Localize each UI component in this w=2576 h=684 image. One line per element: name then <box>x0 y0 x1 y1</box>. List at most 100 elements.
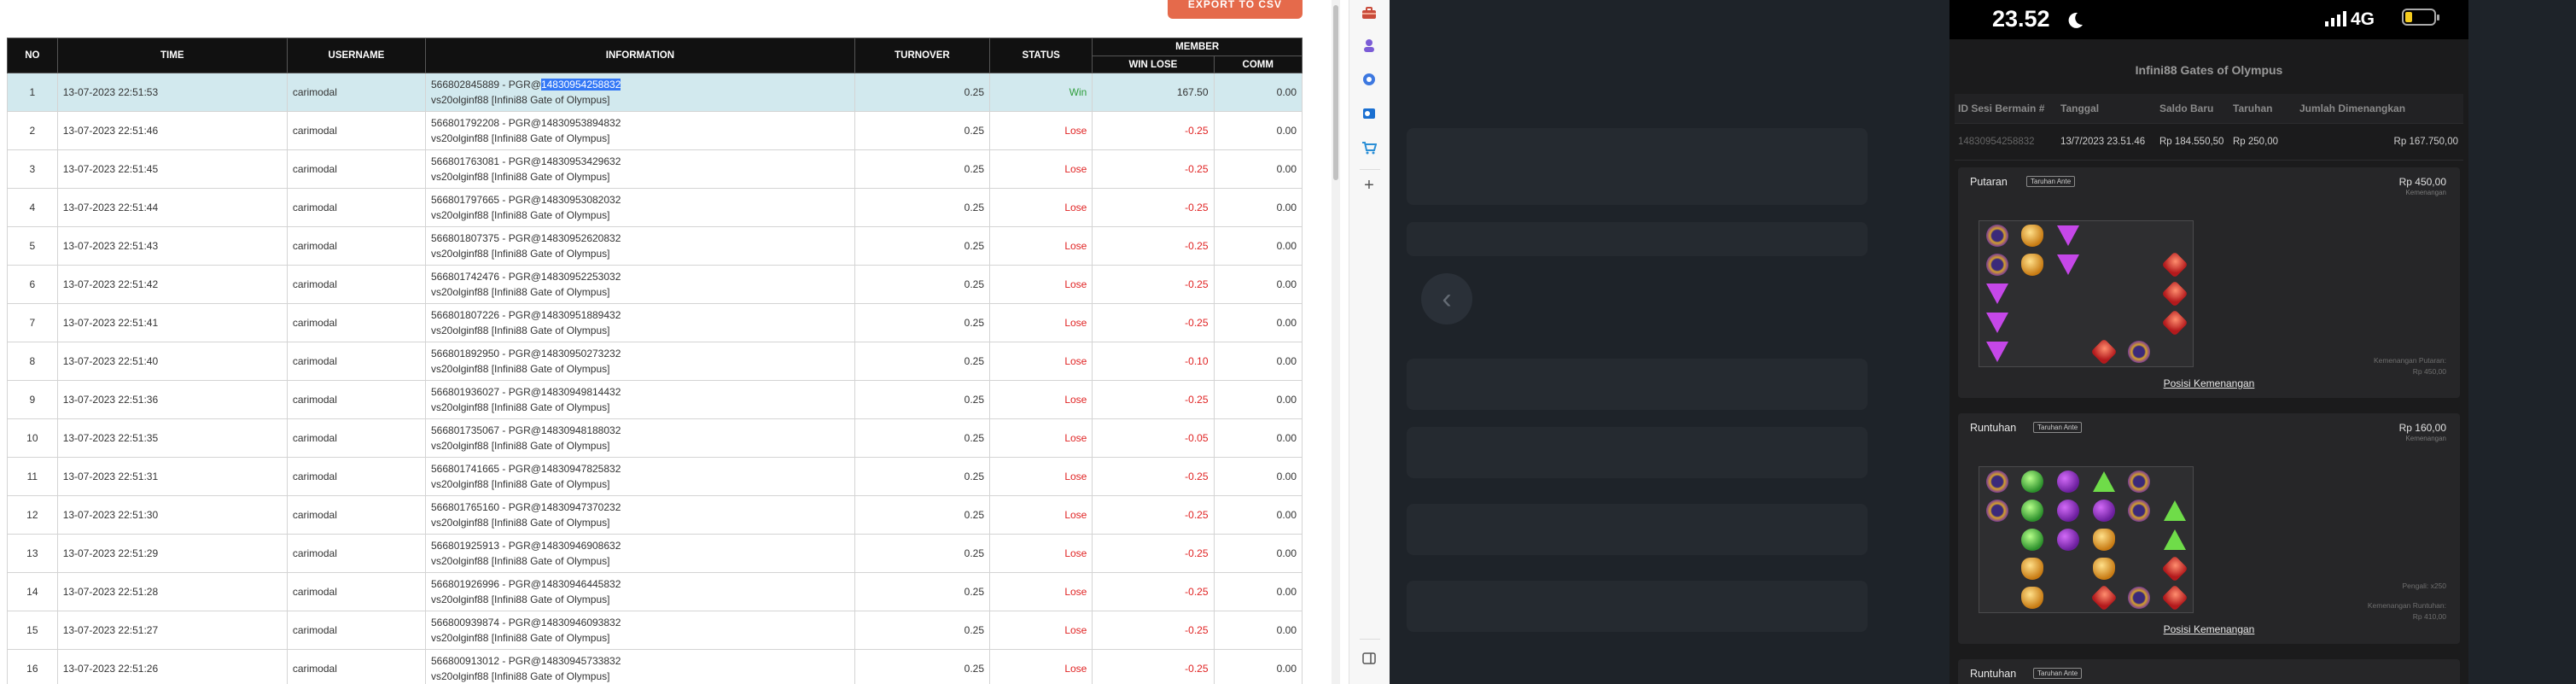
table-row[interactable]: 8 13-07-2023 22:51:40 carimodal 56680189295… <box>7 342 1303 381</box>
slot-symbol-icon <box>2021 254 2044 276</box>
moon-icon <box>2068 12 2083 28</box>
cell-no: 8 <box>7 342 58 381</box>
header-comm[interactable]: COMM <box>1213 56 1303 73</box>
info-line1: 566801742476 - PGR@14830952253032 <box>431 271 621 283</box>
sidebar-toggle-icon[interactable] <box>1360 649 1378 668</box>
header-time[interactable]: TIME <box>56 38 288 73</box>
info-line2: vs20olginf88 [Infini88 Gate of Olympus] <box>431 517 610 529</box>
slot-symbol-icon <box>1985 313 2008 333</box>
cell-information: 566801742476 - PGR@14830952253032 vs20olg… <box>425 265 855 304</box>
cell-turnover: 0.25 <box>854 226 991 266</box>
reel-cell <box>1979 337 2015 366</box>
cell-win-lose: -0.25 <box>1092 111 1215 150</box>
reel-cell <box>2015 308 2051 337</box>
info-line2: vs20olginf88 [Infini88 Gate of Olympus] <box>431 478 610 490</box>
cell-information: 566800939874 - PGR@14830946093832 vs20olg… <box>425 611 855 650</box>
header-win-lose[interactable]: WIN LOSE <box>1092 56 1215 73</box>
table-row[interactable]: 15 13-07-2023 22:51:27 carimodal 5668009398… <box>7 611 1303 650</box>
slot-symbol-icon <box>1985 471 2008 493</box>
cell-information: 566800913012 - PGR@14830945733832 vs20olg… <box>425 649 855 684</box>
info-line1: 566801735067 - PGR@14830948188032 <box>431 424 621 436</box>
table-row[interactable]: 2 13-07-2023 22:51:46 carimodal 56680179220… <box>7 111 1303 150</box>
cell-comm: 0.00 <box>1213 342 1303 381</box>
slot-symbol-icon <box>2090 584 2118 611</box>
header-status[interactable]: STATUS <box>989 38 1093 73</box>
header-username[interactable]: USERNAME <box>286 38 427 73</box>
reel-cell <box>2122 279 2158 308</box>
reel-cell <box>2086 337 2122 366</box>
reel-cell <box>2122 525 2158 554</box>
header-information[interactable]: INFORMATION <box>425 38 855 73</box>
header-no[interactable]: NO <box>7 38 58 73</box>
reel-cell <box>1979 250 2015 279</box>
cell-comm: 0.00 <box>1213 111 1303 150</box>
export-csv-button[interactable]: EXPORT TO CSV <box>1168 0 1303 19</box>
table-row[interactable]: 10 13-07-2023 22:51:35 carimodal 5668017350… <box>7 418 1303 458</box>
slot-symbol-icon <box>2092 529 2115 551</box>
table-row[interactable]: 12 13-07-2023 22:51:30 carimodal 5668017651… <box>7 495 1303 535</box>
info-line2: vs20olginf88 [Infini88 Gate of Olympus] <box>431 286 610 298</box>
table-row[interactable]: 5 13-07-2023 22:51:43 carimodal 56680180737… <box>7 226 1303 266</box>
shopping-icon[interactable] <box>1360 138 1378 157</box>
cell-turnover: 0.25 <box>854 380 991 419</box>
table-row[interactable]: 4 13-07-2023 22:51:44 carimodal 56680179766… <box>7 188 1303 227</box>
reel-cell <box>1979 279 2015 308</box>
ante-badge: Taruhan Ante <box>2033 422 2083 433</box>
outlook-icon[interactable] <box>1360 104 1378 123</box>
info-line2: vs20olginf88 [Infini88 Gate of Olympus] <box>431 670 610 682</box>
win-position-link[interactable]: Posisi Kemenangan <box>1958 377 2460 389</box>
cell-turnover: 0.25 <box>854 418 991 458</box>
toolbox-icon[interactable] <box>1360 3 1378 22</box>
info-line2: vs20olginf88 [Infini88 Gate of Olympus] <box>431 440 610 452</box>
vertical-scrollbar[interactable] <box>1332 0 1340 684</box>
table-row[interactable]: 13 13-07-2023 22:51:29 carimodal 5668019259… <box>7 534 1303 573</box>
header-turnover[interactable]: TURNOVER <box>854 38 991 73</box>
reel-grid <box>1979 466 2194 613</box>
cell-win-lose: -0.25 <box>1092 534 1215 573</box>
cell-time: 13-07-2023 22:51:45 <box>56 149 288 189</box>
cell-information: 566801807375 - PGR@14830952620832 vs20olg… <box>425 226 855 266</box>
cell-time: 13-07-2023 22:51:41 <box>56 303 288 342</box>
cell-information: 566801765160 - PGR@14830947370232 vs20olg… <box>425 495 855 535</box>
table-row[interactable]: 14 13-07-2023 22:51:28 carimodal 5668019269… <box>7 572 1303 611</box>
cell-no: 16 <box>7 649 58 684</box>
reel-cell <box>2157 308 2193 337</box>
spin-title: Putaran <box>1970 176 2008 188</box>
win-position-link[interactable]: Posisi Kemenangan <box>1958 623 2460 635</box>
table-row[interactable]: 1 13-07-2023 22:51:53 carimodal 56680284588… <box>7 73 1303 112</box>
col-balance: Saldo Baru <box>2159 102 2214 114</box>
scrollbar-thumb[interactable] <box>1333 5 1338 180</box>
person-icon[interactable] <box>1360 36 1378 55</box>
slot-symbol-icon <box>2128 500 2151 522</box>
table-row[interactable]: 7 13-07-2023 22:51:41 carimodal 56680180722… <box>7 303 1303 342</box>
reel-cell <box>2122 467 2158 496</box>
cell-no: 4 <box>7 188 58 227</box>
previous-image-button[interactable]: ‹ <box>1421 273 1472 324</box>
cell-information: 566802845889 - PGR@14830954258832 vs20olg… <box>425 73 855 112</box>
reel-grid <box>1979 220 2194 367</box>
cell-no: 12 <box>7 495 58 535</box>
slot-symbol-icon <box>2092 558 2115 580</box>
reel-cell <box>2015 279 2051 308</box>
cell-status: Lose <box>989 226 1093 266</box>
table-row[interactable]: 16 13-07-2023 22:51:26 carimodal 5668009130… <box>7 649 1303 684</box>
plus-icon[interactable]: + <box>1360 176 1378 195</box>
table-row[interactable]: 6 13-07-2023 22:51:42 carimodal 56680174247… <box>7 265 1303 304</box>
reel-cell <box>2086 279 2122 308</box>
slot-symbol-icon <box>1985 342 2008 362</box>
cell-information: 566801892950 - PGR@14830950273232 vs20olg… <box>425 342 855 381</box>
cascade-win-note: Kemenangan Runtuhan: Rp 410,00 <box>2368 600 2446 623</box>
reel-cell <box>2086 308 2122 337</box>
info-line2: vs20olginf88 [Infini88 Gate of Olympus] <box>431 171 610 183</box>
table-row[interactable]: 11 13-07-2023 22:51:31 carimodal 5668017416… <box>7 457 1303 496</box>
table-row[interactable]: 9 13-07-2023 22:51:36 carimodal 56680193602… <box>7 380 1303 419</box>
cell-turnover: 0.25 <box>854 495 991 535</box>
reel-cell <box>2086 250 2122 279</box>
col-date: Tanggal <box>2060 102 2100 114</box>
table-row[interactable]: 3 13-07-2023 22:51:45 carimodal 56680176308… <box>7 149 1303 189</box>
cell-comm: 0.00 <box>1213 418 1303 458</box>
battery-icon <box>2402 9 2439 26</box>
cell-status: Lose <box>989 495 1093 535</box>
cell-comm: 0.00 <box>1213 226 1303 266</box>
copilot-icon[interactable] <box>1360 70 1378 89</box>
